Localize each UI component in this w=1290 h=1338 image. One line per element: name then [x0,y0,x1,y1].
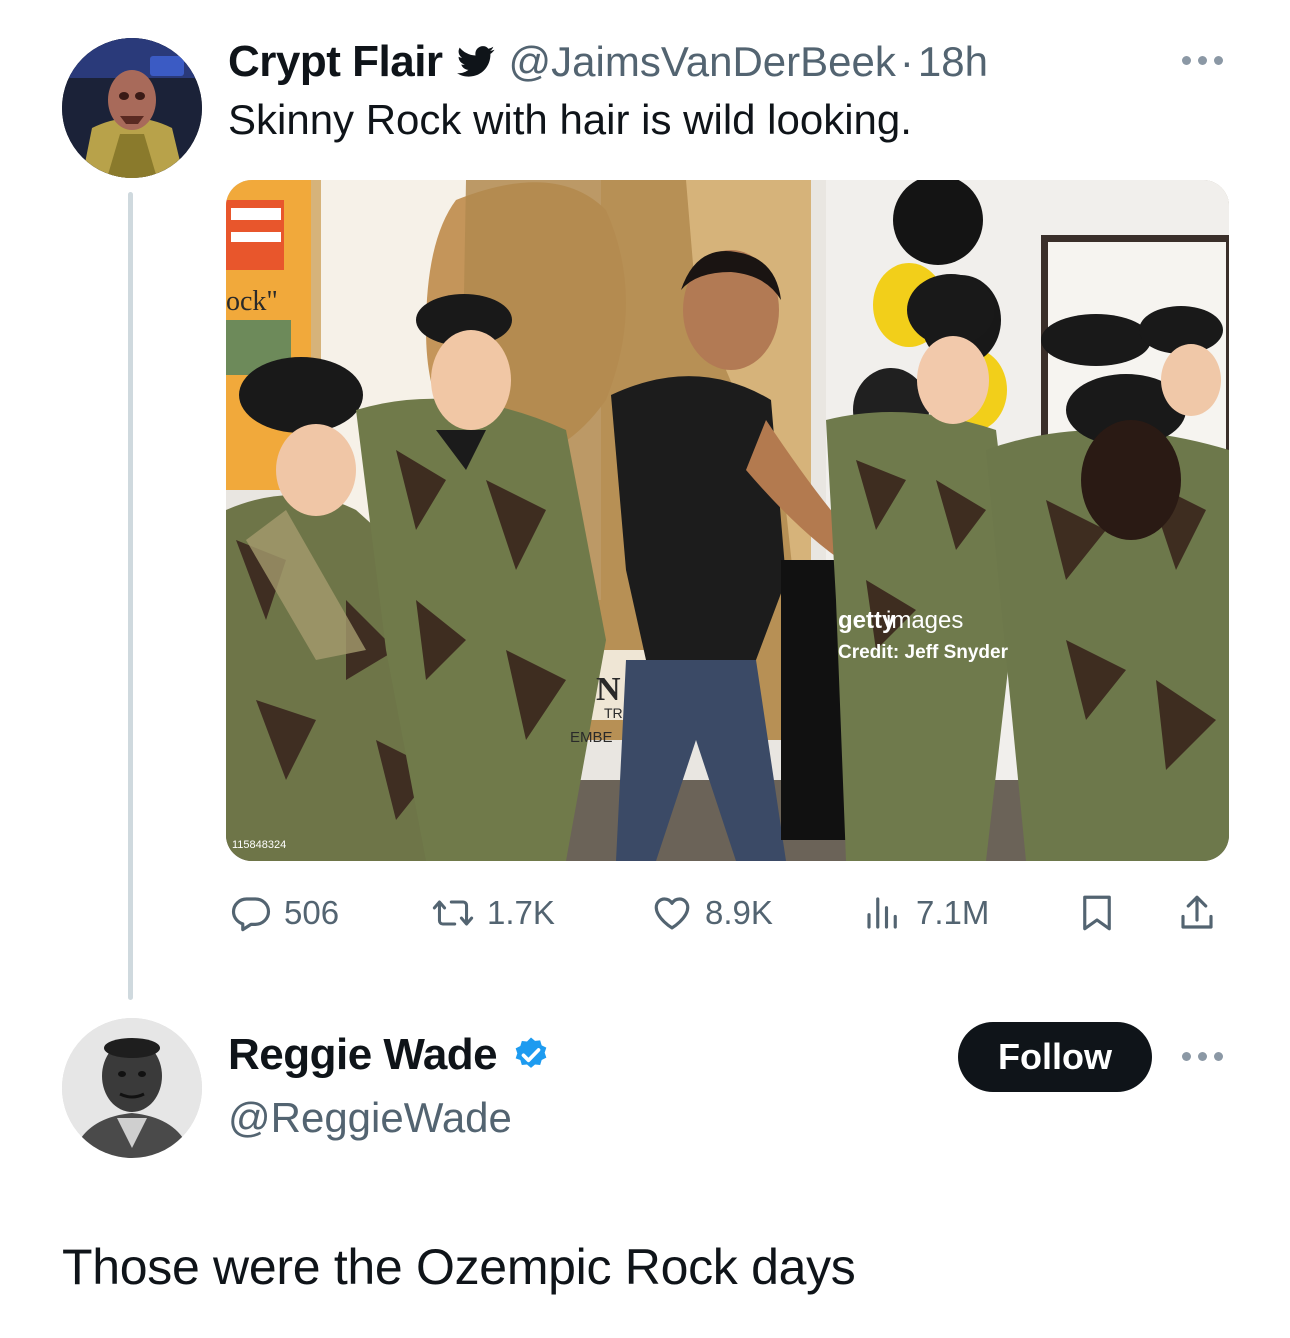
views-count: 7.1M [916,894,990,931]
avatar-image [62,1018,202,1158]
verified-badge-icon [511,1035,551,1075]
tweet-photo[interactable]: ock" N TR EMBE getty images Credit: Jeff… [226,180,1229,861]
thread-line [128,192,133,1000]
twitter-bird-icon [456,46,495,78]
image-id: 115848324 [232,839,286,851]
reply-button[interactable]: 506 [230,880,339,946]
poster-text-embe: EMBE [570,729,613,746]
retweet-icon [432,900,474,926]
tweet-text: Skinny Rock with hair is wild looking. [228,96,912,143]
poster-text-top: ock" [226,286,278,317]
tweet-header: Crypt Flair @JaimsVanDerBeek · 18h [228,34,988,90]
tweet-time[interactable]: 18h [918,38,988,86]
reply-author-handle[interactable]: @ReggieWade [228,1094,512,1142]
photo-image: ock" N TR EMBE getty images Credit: Jeff… [226,180,1229,861]
author-avatar[interactable] [62,38,202,178]
follow-button[interactable]: Follow [958,1022,1152,1092]
views-icon [867,897,897,929]
retweet-count: 1.7K [487,894,555,931]
watermark-brand-b: images [886,607,963,634]
author-name[interactable]: Crypt Flair [228,37,443,87]
avatar-image [62,38,202,178]
bookmark-button[interactable] [1076,880,1118,946]
more-options-icon[interactable] [1182,1052,1223,1061]
watermark-credit: Credit: Jeff Snyder [838,642,1009,663]
reply-author-avatar[interactable] [62,1018,202,1158]
reply-author-row: Reggie Wade [228,1030,551,1080]
retweet-button[interactable]: 1.7K [431,880,555,946]
share-icon [1181,895,1213,929]
reply-author-name[interactable]: Reggie Wade [228,1030,498,1080]
reply-text: Those were the Ozempic Rock days [62,1239,856,1295]
more-options-icon[interactable] [1182,56,1223,65]
tweet-actions: 506 1.7K 8.9K 7.1M [226,880,1229,946]
views-button[interactable]: 7.1M [862,880,989,946]
heart-icon [654,897,690,930]
separator-dot: · [899,38,914,85]
like-button[interactable]: 8.9K [651,880,773,946]
reply-count: 506 [284,894,340,931]
poster-text-mid: N [596,671,621,708]
poster-text-tr: TR [604,705,623,721]
reply-icon [231,897,271,932]
bookmark-icon [1083,895,1111,931]
author-handle[interactable]: @JaimsVanDerBeek [509,38,896,86]
share-button[interactable] [1176,880,1218,946]
like-count: 8.9K [705,894,773,931]
